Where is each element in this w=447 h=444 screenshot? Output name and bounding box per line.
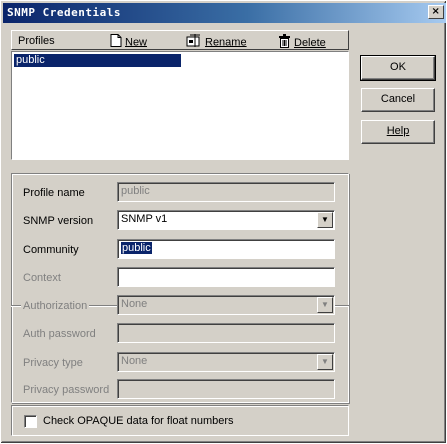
chevron-down-icon[interactable]: ▼	[317, 297, 333, 313]
help-label: Help	[386, 125, 410, 137]
privacy-type-label: Privacy type	[23, 357, 83, 369]
check-opaque-label[interactable]: Check OPAQUE data for float numbers	[43, 415, 234, 428]
auth-password-field[interactable]	[117, 323, 335, 343]
snmp-version-label: SNMP version	[23, 215, 94, 227]
chevron-down-icon[interactable]: ▼	[317, 354, 333, 370]
ok-button[interactable]: OK	[360, 55, 436, 81]
community-field[interactable]: public	[117, 239, 335, 259]
profiles-panel: Profiles New Rename Delete public	[11, 30, 349, 160]
new-profile-button[interactable]: New	[110, 34, 147, 48]
privacy-password-label: Privacy password	[23, 384, 110, 396]
rename-profile-button[interactable]: Rename	[186, 34, 247, 48]
help-button[interactable]: Help	[361, 120, 435, 144]
privacy-password-field[interactable]	[117, 379, 335, 399]
ok-label: OK	[390, 61, 406, 73]
auth-password-label: Auth password	[23, 328, 96, 340]
authorization-select[interactable]: None ▼	[117, 295, 335, 315]
trash-icon	[278, 34, 291, 52]
snmp-version-value: SNMP v1	[121, 213, 168, 225]
delete-profile-button[interactable]: Delete	[278, 34, 326, 49]
profile-name-label: Profile name	[23, 187, 85, 199]
close-button[interactable]: ×	[428, 5, 444, 19]
window-title: SNMP Credentials	[7, 6, 121, 19]
profiles-list[interactable]: public	[11, 51, 349, 160]
list-item[interactable]: public	[14, 54, 181, 67]
authorization-value: None	[121, 298, 148, 310]
profile-name-field[interactable]: public	[117, 182, 335, 202]
snmp-credentials-dialog: SNMP Credentials × Profiles New Rename D…	[0, 0, 447, 444]
privacy-type-value: None	[121, 355, 148, 367]
title-bar[interactable]: SNMP Credentials ×	[3, 3, 446, 23]
snmp-version-select[interactable]: SNMP v1 ▼	[117, 210, 335, 230]
rename-icon	[186, 34, 202, 51]
close-icon: ×	[431, 6, 441, 17]
delete-profile-label: Delete	[294, 36, 326, 49]
context-label: Context	[23, 272, 61, 284]
new-profile-label: New	[125, 36, 148, 49]
privacy-type-select[interactable]: None ▼	[117, 352, 335, 372]
community-value: public	[120, 241, 153, 255]
chevron-down-icon[interactable]: ▼	[317, 212, 333, 228]
cancel-button[interactable]: Cancel	[361, 88, 435, 112]
rename-profile-label: Rename	[205, 36, 247, 49]
profiles-header-label: Profiles	[18, 35, 55, 47]
cancel-label: Cancel	[380, 93, 416, 105]
community-label: Community	[23, 244, 79, 256]
check-opaque-checkbox[interactable]	[24, 415, 37, 428]
options-box: Check OPAQUE data for float numbers	[11, 405, 349, 436]
profiles-toolbar: Profiles New Rename Delete	[11, 30, 349, 50]
new-document-icon	[110, 34, 122, 51]
context-field[interactable]	[117, 267, 335, 287]
authorization-label: Authorization	[21, 299, 90, 313]
